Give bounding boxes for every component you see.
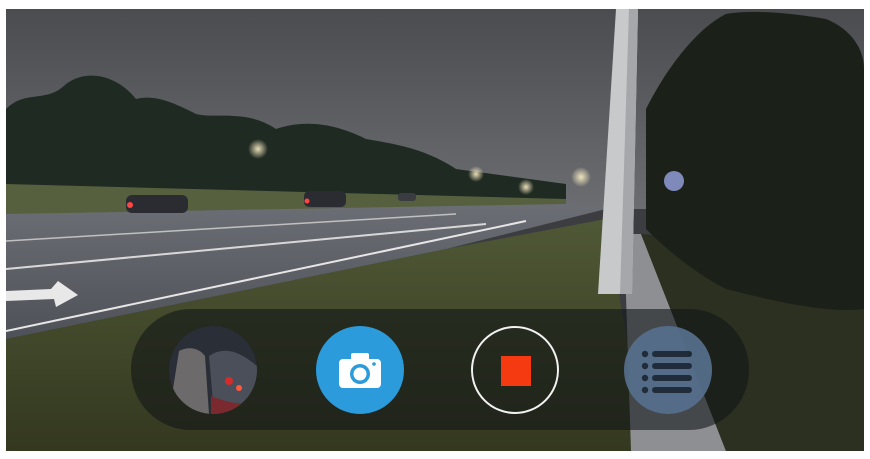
stop-record-icon <box>501 356 531 386</box>
list-menu-icon <box>641 350 692 394</box>
stop-record-button[interactable] <box>471 326 559 414</box>
menu-button[interactable] <box>624 326 712 414</box>
control-bar <box>131 309 749 430</box>
camera-icon <box>339 353 381 388</box>
gallery-thumbnail-button[interactable] <box>169 326 257 414</box>
gallery-thumbnail-icon <box>169 326 257 414</box>
camera-button[interactable] <box>316 326 404 414</box>
camera-view <box>6 9 864 451</box>
